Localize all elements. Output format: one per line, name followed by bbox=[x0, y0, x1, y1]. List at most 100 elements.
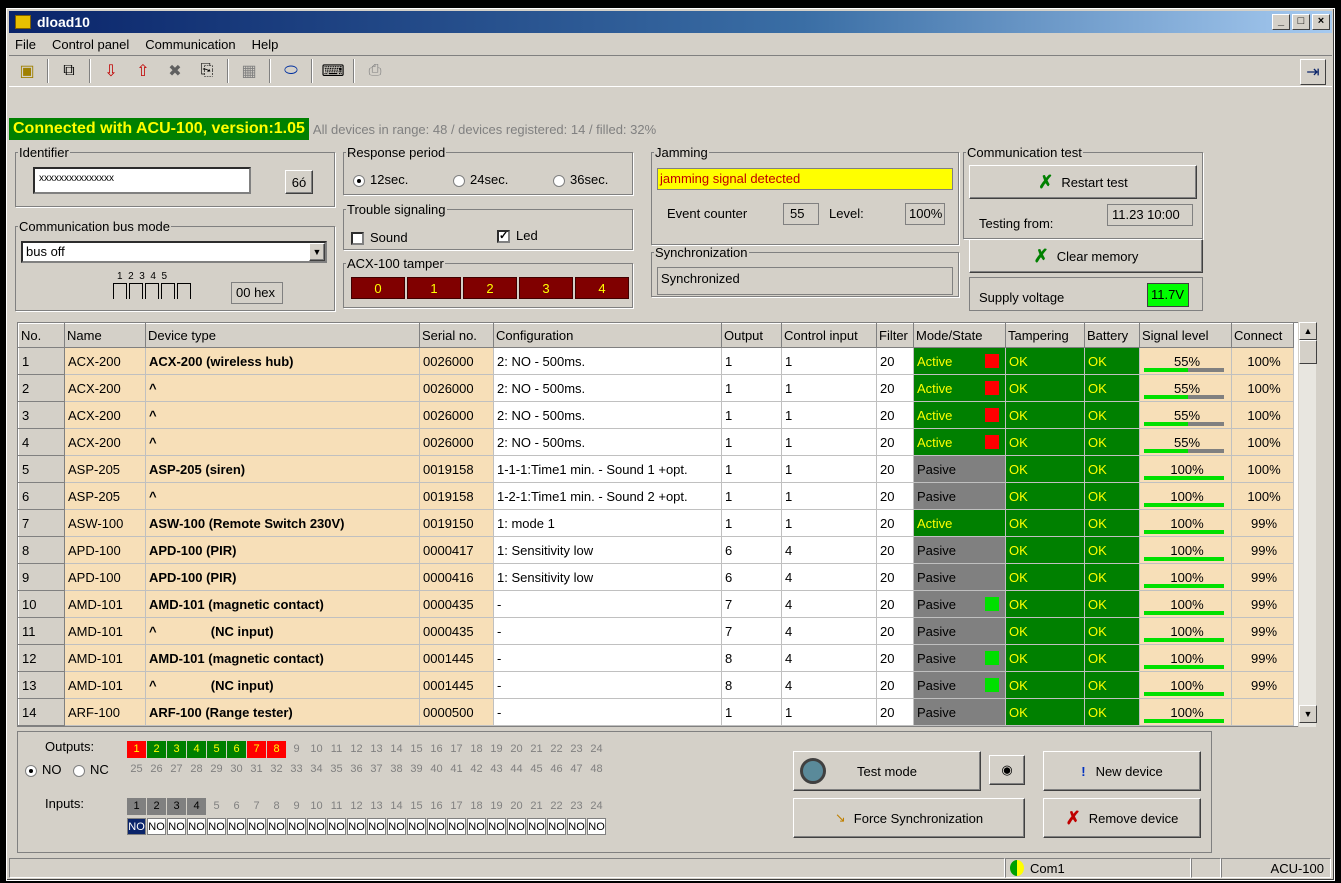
input-type-cell[interactable]: NO bbox=[507, 818, 526, 835]
scroll-up-icon[interactable]: ▲ bbox=[1299, 322, 1317, 340]
input-type-cell[interactable]: NO bbox=[447, 818, 466, 835]
column-header[interactable]: Device type bbox=[145, 323, 420, 348]
menu-help[interactable]: Help bbox=[252, 37, 279, 52]
output-cell[interactable]: 27 bbox=[167, 761, 186, 778]
column-header[interactable]: Battery bbox=[1084, 323, 1140, 348]
input-type-cell[interactable]: NO bbox=[167, 818, 186, 835]
output-cell[interactable]: 12 bbox=[347, 741, 366, 758]
table-row[interactable]: 13 AMD-101 ^ (NC input) 0001445-8 4 20 Pasive O… bbox=[18, 671, 1294, 699]
delete-icon[interactable]: ✖ bbox=[163, 59, 187, 83]
output-cell[interactable]: 34 bbox=[307, 761, 326, 778]
menu-file[interactable]: File bbox=[15, 37, 36, 52]
open-icon[interactable]: ▣ bbox=[15, 59, 39, 83]
output-cell[interactable]: 21 bbox=[527, 741, 546, 758]
column-header[interactable]: Configuration bbox=[493, 323, 722, 348]
restart-test-button[interactable]: ✗ Restart test bbox=[969, 165, 1197, 199]
input-type-cell[interactable]: NO bbox=[287, 818, 306, 835]
input-type-cell[interactable]: NO bbox=[587, 818, 606, 835]
output-cell[interactable]: 44 bbox=[507, 761, 526, 778]
output-cell[interactable]: 18 bbox=[467, 741, 486, 758]
input-type-cell[interactable]: NO bbox=[227, 818, 246, 835]
output-cell[interactable]: 43 bbox=[487, 761, 506, 778]
output-cell[interactable]: 29 bbox=[207, 761, 226, 778]
maximize-button[interactable]: □ bbox=[1292, 14, 1310, 30]
output-cell[interactable]: 22 bbox=[547, 741, 566, 758]
output-cell[interactable]: 30 bbox=[227, 761, 246, 778]
output-cell[interactable]: 8 bbox=[267, 741, 286, 758]
calculator-icon[interactable]: ▦ bbox=[237, 59, 261, 83]
output-cell[interactable]: 4 bbox=[187, 741, 206, 758]
output-cell[interactable]: 48 bbox=[587, 761, 606, 778]
input-type-cell[interactable]: NO bbox=[387, 818, 406, 835]
output-cell[interactable]: 41 bbox=[447, 761, 466, 778]
table-row[interactable]: 10 AMD-101 AMD-101 (magnetic contact) 00004… bbox=[18, 590, 1294, 618]
table-row[interactable]: 4 ACX-200 ^ 0026000 2: NO - 500ms. 1 1 20 Active… bbox=[18, 428, 1294, 456]
input-type-cell[interactable]: NO bbox=[307, 818, 326, 835]
table-row[interactable]: 5 ASP-205 ASP-205 (siren) 0019158 1-1-1:Time… bbox=[18, 455, 1294, 483]
output-cell[interactable]: 39 bbox=[407, 761, 426, 778]
siren-test-button[interactable]: ◉ bbox=[989, 755, 1025, 785]
no-radio[interactable]: NO bbox=[25, 762, 62, 777]
table-row[interactable]: 3 ACX-200 ^ 0026000 2: NO - 500ms. 1 1 20 Active… bbox=[18, 401, 1294, 429]
test-mode-button[interactable]: Test mode bbox=[793, 751, 981, 791]
response-36-radio[interactable]: 36sec. bbox=[553, 172, 608, 187]
input-type-cell[interactable]: NO bbox=[427, 818, 446, 835]
table-row[interactable]: 11 AMD-101 ^ (NC input) 0000435-7 4 20 Pasive O… bbox=[18, 617, 1294, 645]
table-row[interactable]: 2 ACX-200 ^ 0026000 2: NO - 500ms. 1 1 20 Active… bbox=[18, 374, 1294, 402]
output-cell[interactable]: 36 bbox=[347, 761, 366, 778]
output-cell[interactable]: 47 bbox=[567, 761, 586, 778]
column-header[interactable]: Signal level bbox=[1139, 323, 1232, 348]
input-type-cell[interactable]: NO bbox=[327, 818, 346, 835]
input-type-cell[interactable]: NO bbox=[147, 818, 166, 835]
output-cell[interactable]: 35 bbox=[327, 761, 346, 778]
menu-control-panel[interactable]: Control panel bbox=[52, 37, 129, 52]
busmode-select[interactable]: bus off ▼ bbox=[21, 241, 327, 263]
input-type-cell[interactable]: NO bbox=[347, 818, 366, 835]
chevron-down-icon[interactable]: ▼ bbox=[309, 243, 325, 261]
column-header[interactable]: Filter bbox=[876, 323, 914, 348]
output-cell[interactable]: 10 bbox=[307, 741, 326, 758]
table-row[interactable]: 12 AMD-101 AMD-101 (magnetic contact) 00014… bbox=[18, 644, 1294, 672]
output-cell[interactable]: 38 bbox=[387, 761, 406, 778]
output-cell[interactable]: 46 bbox=[547, 761, 566, 778]
input-type-cell[interactable]: NO bbox=[247, 818, 266, 835]
identifier-generate-button[interactable]: 6ó bbox=[285, 170, 313, 194]
output-cell[interactable]: 20 bbox=[507, 741, 526, 758]
column-header[interactable]: Serial no. bbox=[419, 323, 494, 348]
output-cell[interactable]: 13 bbox=[367, 741, 386, 758]
output-cell[interactable]: 5 bbox=[207, 741, 226, 758]
table-row[interactable]: 14 ARF-100 ARF-100 (Range tester) 0000500-1… bbox=[18, 698, 1294, 726]
column-header[interactable]: Connect bbox=[1231, 323, 1294, 348]
input-type-cell[interactable]: NO bbox=[487, 818, 506, 835]
clear-memory-button[interactable]: ✗ Clear memory bbox=[969, 239, 1203, 273]
column-header[interactable]: Name bbox=[64, 323, 146, 348]
input-type-cell[interactable]: NO bbox=[467, 818, 486, 835]
input-type-cell[interactable]: NO bbox=[407, 818, 426, 835]
input-type-cell[interactable]: NO bbox=[187, 818, 206, 835]
close-button[interactable]: × bbox=[1312, 14, 1330, 30]
sound-checkbox[interactable]: Sound bbox=[351, 230, 408, 246]
output-cell[interactable]: 9 bbox=[287, 741, 306, 758]
copy-icon[interactable]: ⧉ bbox=[57, 59, 81, 83]
write-icon[interactable]: ⇧ bbox=[131, 59, 155, 83]
output-cell[interactable]: 17 bbox=[447, 741, 466, 758]
new-device-button[interactable]: ! New device bbox=[1043, 751, 1201, 791]
table-row[interactable]: 9 APD-100 APD-100 (PIR) 0000416 1: Sensitivi… bbox=[18, 563, 1294, 591]
output-cell[interactable]: 7 bbox=[247, 741, 266, 758]
dip-switches[interactable] bbox=[113, 283, 191, 299]
input-type-cell[interactable]: NO bbox=[547, 818, 566, 835]
input-type-cell[interactable]: NO bbox=[267, 818, 286, 835]
output-cell[interactable]: 37 bbox=[367, 761, 386, 778]
output-cell[interactable]: 11 bbox=[327, 741, 346, 758]
column-header[interactable]: Output bbox=[721, 323, 782, 348]
output-cell[interactable]: 16 bbox=[427, 741, 446, 758]
output-cell[interactable]: 25 bbox=[127, 761, 146, 778]
table-row[interactable]: 7 ASW-100 ASW-100 (Remote Switch 230V) 0019… bbox=[18, 509, 1294, 537]
input-type-cell[interactable]: NO bbox=[127, 818, 146, 835]
output-cell[interactable]: 3 bbox=[167, 741, 186, 758]
output-cell[interactable]: 1 bbox=[127, 741, 146, 758]
input-type-cell[interactable]: NO bbox=[567, 818, 586, 835]
exit-icon[interactable]: ⇥ bbox=[1300, 59, 1326, 85]
import-icon[interactable]: ⎘ bbox=[195, 59, 219, 83]
led-checkbox[interactable]: ✓ Led bbox=[497, 228, 538, 244]
